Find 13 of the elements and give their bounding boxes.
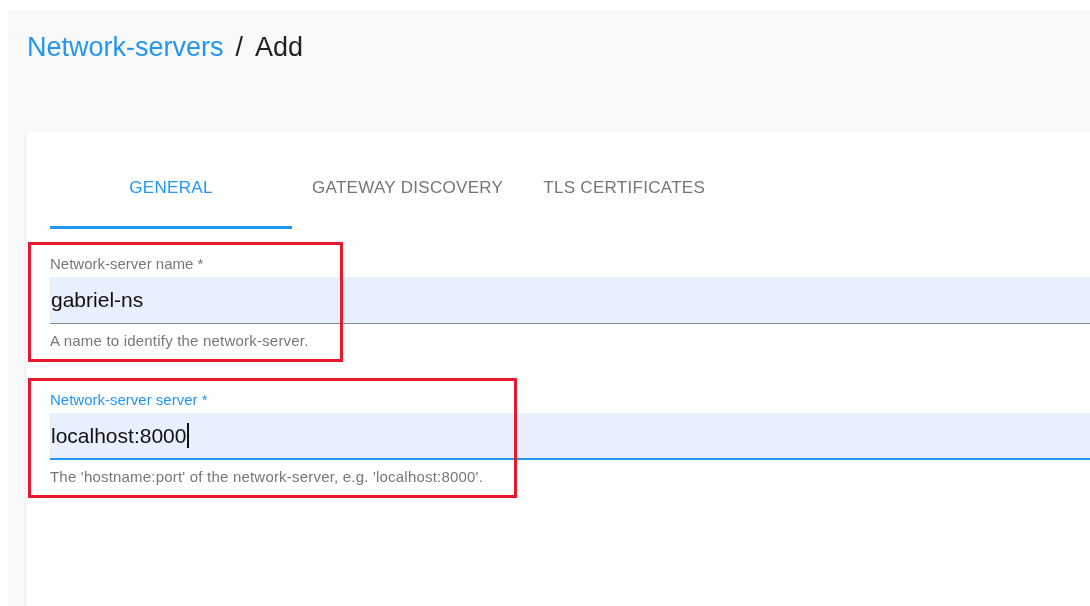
field-label: Network-server name *: [50, 255, 205, 272]
tab[interactable]: TLS CERTIFICATES: [523, 150, 726, 229]
tab[interactable]: GATEWAY DISCOVERY: [292, 150, 524, 229]
breadcrumb-separator: /: [235, 32, 244, 63]
tab[interactable]: GENERAL: [50, 150, 292, 229]
field-label: Network-server server *: [50, 391, 209, 408]
text-cursor: [187, 423, 190, 448]
breadcrumb-link[interactable]: Network-servers: [27, 32, 224, 63]
page-title: Add: [255, 32, 304, 63]
input-field[interactable]: gabriel-ns: [50, 277, 1090, 324]
helper-text: A name to identify the network-server.: [50, 332, 309, 349]
helper-text: The 'hostname:port' of the network-server, e.g. 'localhost:8000'.: [50, 468, 483, 485]
input-field[interactable]: localhost:8000: [50, 413, 1090, 460]
